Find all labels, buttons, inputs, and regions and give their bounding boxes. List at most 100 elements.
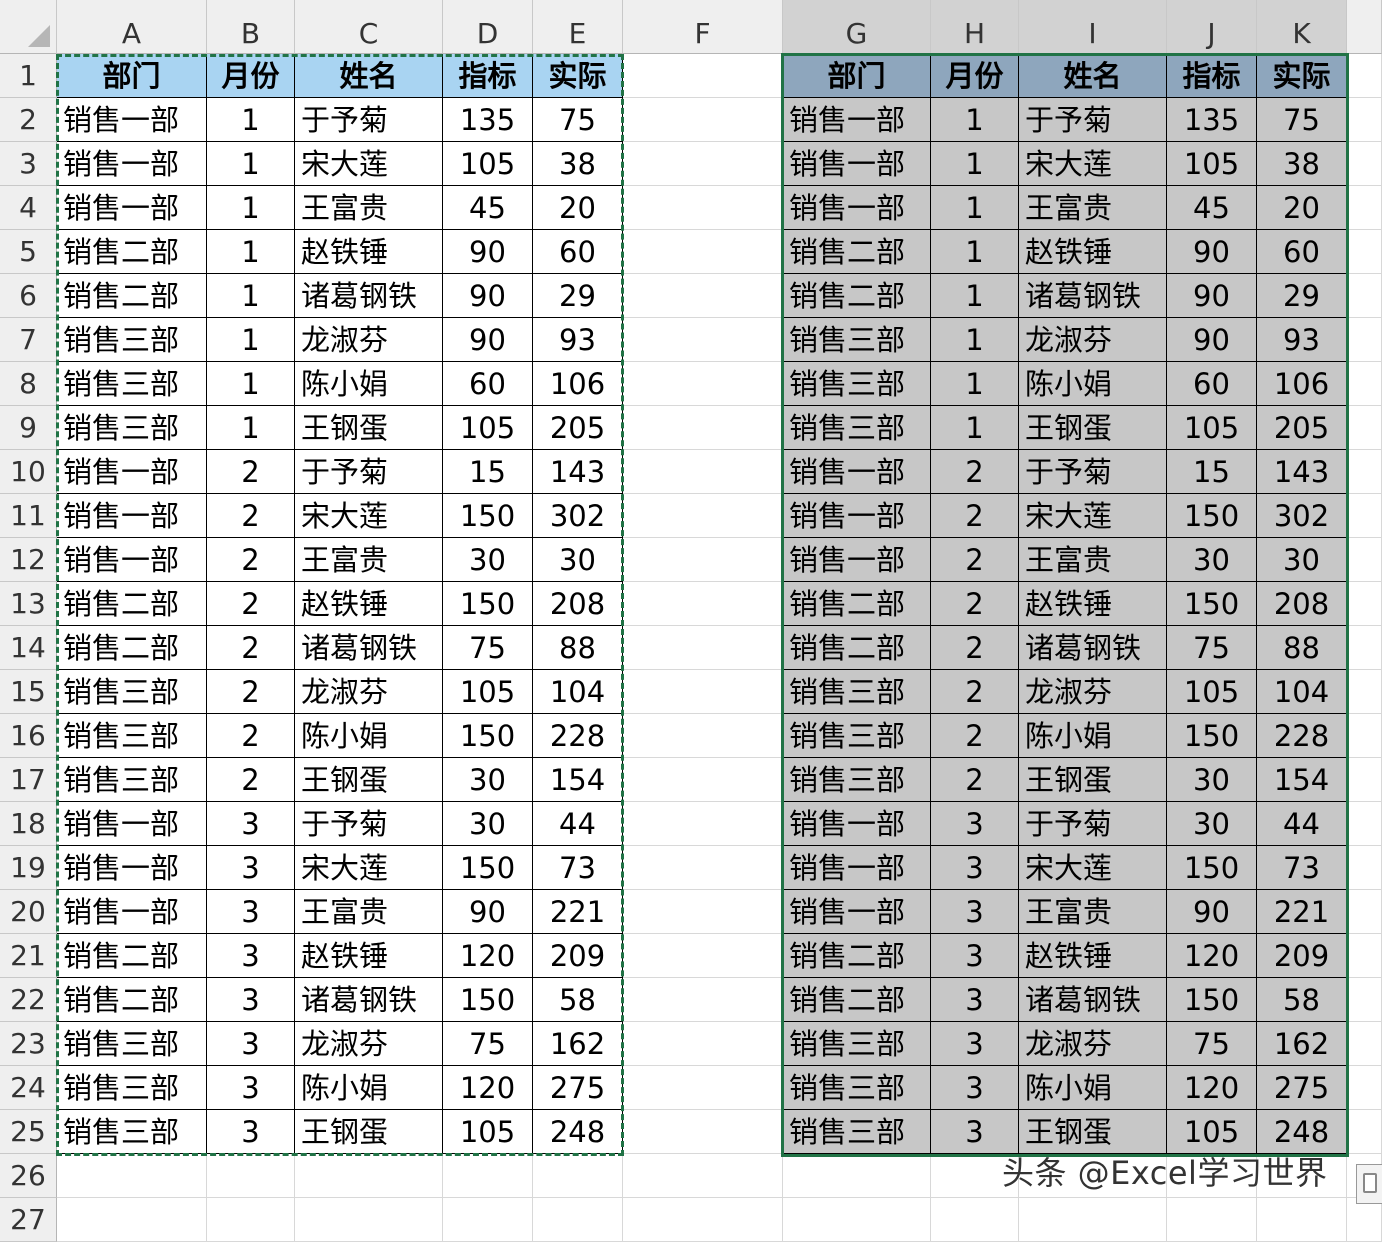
left-cell-target[interactable]: 150 (443, 978, 533, 1022)
row-header-1[interactable]: 1 (0, 54, 57, 98)
right-cell-dept[interactable]: 销售一部 (783, 450, 931, 494)
left-cell-actual[interactable]: 38 (533, 142, 623, 186)
left-table-header-dept[interactable]: 部门 (57, 54, 207, 98)
empty-cell[interactable] (623, 978, 783, 1022)
right-cell-month[interactable]: 2 (931, 714, 1019, 758)
empty-cell[interactable] (1167, 1198, 1257, 1242)
left-cell-month[interactable]: 2 (207, 626, 295, 670)
right-cell-name[interactable]: 赵铁锤 (1019, 230, 1167, 274)
right-cell-target[interactable]: 150 (1167, 494, 1257, 538)
right-cell-month[interactable]: 2 (931, 758, 1019, 802)
right-cell-name[interactable]: 龙淑芬 (1019, 1022, 1167, 1066)
right-cell-actual[interactable]: 88 (1257, 626, 1347, 670)
right-cell-dept[interactable]: 销售二部 (783, 274, 931, 318)
empty-cell[interactable] (623, 54, 783, 98)
empty-cell[interactable] (623, 670, 783, 714)
left-cell-dept[interactable]: 销售一部 (57, 802, 207, 846)
left-cell-name[interactable]: 龙淑芬 (295, 1022, 443, 1066)
right-cell-dept[interactable]: 销售三部 (783, 758, 931, 802)
right-cell-month[interactable]: 2 (931, 626, 1019, 670)
empty-cell[interactable] (623, 274, 783, 318)
left-cell-dept[interactable]: 销售二部 (57, 934, 207, 978)
row-header-21[interactable]: 21 (0, 934, 57, 978)
empty-cell[interactable] (783, 1154, 931, 1198)
right-cell-month[interactable]: 1 (931, 98, 1019, 142)
right-cell-actual[interactable]: 58 (1257, 978, 1347, 1022)
right-cell-target[interactable]: 120 (1167, 934, 1257, 978)
right-cell-actual[interactable]: 221 (1257, 890, 1347, 934)
empty-cell[interactable] (1347, 362, 1382, 406)
left-cell-name[interactable]: 赵铁锤 (295, 934, 443, 978)
right-cell-dept[interactable]: 销售一部 (783, 890, 931, 934)
right-cell-dept[interactable]: 销售三部 (783, 670, 931, 714)
row-header-6[interactable]: 6 (0, 274, 57, 318)
right-cell-name[interactable]: 王钢蛋 (1019, 758, 1167, 802)
right-cell-name[interactable]: 赵铁锤 (1019, 934, 1167, 978)
row-header-26[interactable]: 26 (0, 1154, 57, 1198)
left-cell-month[interactable]: 1 (207, 186, 295, 230)
column-header-j[interactable]: J (1167, 0, 1257, 54)
empty-cell[interactable] (443, 1154, 533, 1198)
right-cell-actual[interactable]: 60 (1257, 230, 1347, 274)
right-cell-dept[interactable]: 销售一部 (783, 802, 931, 846)
left-cell-name[interactable]: 于予菊 (295, 450, 443, 494)
empty-cell[interactable] (207, 1198, 295, 1242)
empty-cell[interactable] (1347, 318, 1382, 362)
right-cell-name[interactable]: 诸葛钢铁 (1019, 978, 1167, 1022)
right-cell-dept[interactable]: 销售三部 (783, 318, 931, 362)
right-cell-dept[interactable]: 销售一部 (783, 142, 931, 186)
left-cell-actual[interactable]: 162 (533, 1022, 623, 1066)
right-cell-actual[interactable]: 93 (1257, 318, 1347, 362)
row-header-7[interactable]: 7 (0, 318, 57, 362)
column-header-i[interactable]: I (1019, 0, 1167, 54)
right-cell-month[interactable]: 2 (931, 538, 1019, 582)
row-header-27[interactable]: 27 (0, 1198, 57, 1242)
left-cell-actual[interactable]: 58 (533, 978, 623, 1022)
left-table-header-name[interactable]: 姓名 (295, 54, 443, 98)
left-cell-dept[interactable]: 销售二部 (57, 582, 207, 626)
right-cell-month[interactable]: 1 (931, 230, 1019, 274)
empty-cell[interactable] (623, 318, 783, 362)
right-cell-target[interactable]: 45 (1167, 186, 1257, 230)
left-cell-target[interactable]: 30 (443, 538, 533, 582)
left-cell-target[interactable]: 30 (443, 758, 533, 802)
left-cell-actual[interactable]: 205 (533, 406, 623, 450)
empty-cell[interactable] (533, 1154, 623, 1198)
column-header-g[interactable]: G (783, 0, 931, 54)
right-cell-month[interactable]: 2 (931, 494, 1019, 538)
row-header-9[interactable]: 9 (0, 406, 57, 450)
right-cell-target[interactable]: 90 (1167, 318, 1257, 362)
right-cell-actual[interactable]: 73 (1257, 846, 1347, 890)
empty-cell[interactable] (1347, 142, 1382, 186)
right-cell-month[interactable]: 1 (931, 274, 1019, 318)
row-header-18[interactable]: 18 (0, 802, 57, 846)
right-cell-dept[interactable]: 销售二部 (783, 626, 931, 670)
left-cell-actual[interactable]: 30 (533, 538, 623, 582)
row-header-25[interactable]: 25 (0, 1110, 57, 1154)
left-cell-actual[interactable]: 88 (533, 626, 623, 670)
right-cell-month[interactable]: 1 (931, 318, 1019, 362)
left-cell-name[interactable]: 宋大莲 (295, 494, 443, 538)
right-cell-actual[interactable]: 38 (1257, 142, 1347, 186)
left-cell-dept[interactable]: 销售二部 (57, 230, 207, 274)
right-cell-month[interactable]: 3 (931, 802, 1019, 846)
left-cell-actual[interactable]: 143 (533, 450, 623, 494)
empty-cell[interactable] (623, 846, 783, 890)
right-cell-name[interactable]: 王富贵 (1019, 538, 1167, 582)
left-cell-month[interactable]: 3 (207, 890, 295, 934)
row-header-20[interactable]: 20 (0, 890, 57, 934)
right-cell-name[interactable]: 陈小娟 (1019, 1066, 1167, 1110)
left-cell-target[interactable]: 45 (443, 186, 533, 230)
left-cell-actual[interactable]: 44 (533, 802, 623, 846)
left-cell-month[interactable]: 3 (207, 978, 295, 1022)
left-cell-actual[interactable]: 106 (533, 362, 623, 406)
empty-cell[interactable] (623, 538, 783, 582)
empty-cell[interactable] (623, 890, 783, 934)
right-cell-name[interactable]: 龙淑芬 (1019, 670, 1167, 714)
left-cell-name[interactable]: 诸葛钢铁 (295, 274, 443, 318)
empty-cell[interactable] (931, 1198, 1019, 1242)
right-cell-actual[interactable]: 106 (1257, 362, 1347, 406)
right-cell-target[interactable]: 105 (1167, 406, 1257, 450)
left-cell-name[interactable]: 陈小娟 (295, 714, 443, 758)
right-cell-actual[interactable]: 228 (1257, 714, 1347, 758)
